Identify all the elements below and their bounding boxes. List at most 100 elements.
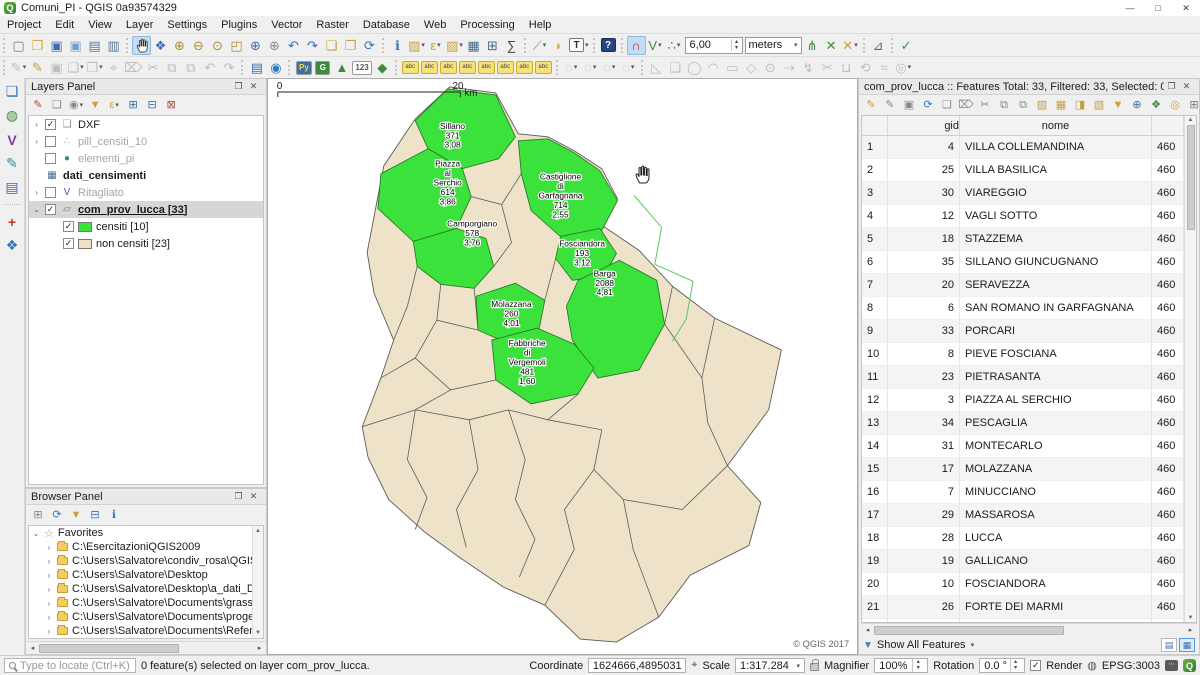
cell-gid[interactable]: 21 bbox=[888, 619, 960, 622]
metasearch[interactable]: ◉ bbox=[266, 58, 285, 77]
cell-rownum[interactable]: 4 bbox=[862, 205, 888, 228]
attr-pan-to-selection[interactable]: ❖ bbox=[1148, 97, 1164, 113]
map-canvas[interactable]: Sillano3713,08PiazzaalSerchio6143,86Cast… bbox=[267, 78, 858, 655]
cell-gid[interactable]: 4 bbox=[888, 136, 960, 159]
table-row[interactable]: 720SERAVEZZA460 bbox=[862, 274, 1184, 297]
enable-tracing[interactable]: ∴▾ bbox=[665, 36, 684, 55]
cell-nome[interactable]: FORTE DEI MARMI bbox=[960, 596, 1152, 619]
locate-search-input[interactable]: Type to locate (Ctrl+K) bbox=[4, 658, 136, 673]
cad-tools[interactable]: ◺ bbox=[647, 58, 666, 77]
qgis-status-icon[interactable]: Q bbox=[1183, 659, 1196, 672]
diagram-tool-1[interactable]: ◌▾ bbox=[562, 58, 581, 77]
cell-nome[interactable]: SERAVEZZA bbox=[960, 274, 1152, 297]
table-row[interactable]: 1517MOLAZZANA460 bbox=[862, 458, 1184, 481]
menu-project[interactable]: Project bbox=[0, 18, 48, 32]
cut-features[interactable]: ✂ bbox=[143, 58, 162, 77]
attr-move-selection-top[interactable]: ◎ bbox=[1167, 97, 1183, 113]
column-header-gid[interactable]: gid bbox=[888, 116, 960, 135]
toggle-editing[interactable]: ✎ bbox=[28, 58, 47, 77]
table-row[interactable]: 1123PIETRASANTA460 bbox=[862, 366, 1184, 389]
cell-rownum[interactable]: 2 bbox=[862, 159, 888, 182]
attr-deselect-all[interactable]: ▧ bbox=[1091, 97, 1107, 113]
add-selected-layers[interactable]: ⊞ bbox=[30, 507, 46, 523]
ellipse-tool[interactable]: ⊙ bbox=[761, 58, 780, 77]
raster-terrain[interactable]: ▲ bbox=[332, 58, 351, 77]
cell-nome[interactable]: VIAREGGIO bbox=[960, 182, 1152, 205]
layer-checkbox[interactable] bbox=[45, 187, 56, 198]
column-header-blank[interactable] bbox=[1152, 116, 1184, 135]
open-attribute-table[interactable]: ▦ bbox=[464, 36, 483, 55]
open-layer-styling[interactable]: ✎ bbox=[30, 97, 46, 113]
form-view-button[interactable]: ▤ bbox=[1161, 638, 1177, 652]
enable-snapping[interactable]: ∩ bbox=[627, 36, 646, 55]
attr-zoom-to-selection[interactable]: ⊕ bbox=[1129, 97, 1145, 113]
zoom-next[interactable]: ↷ bbox=[303, 36, 322, 55]
cell-rownum[interactable]: 21 bbox=[862, 596, 888, 619]
float-panel-icon[interactable]: ❐ bbox=[231, 81, 246, 92]
whats-this[interactable]: ? bbox=[599, 36, 618, 55]
layer-checkbox[interactable]: ✓ bbox=[63, 238, 74, 249]
scroll-right-icon[interactable]: ▸ bbox=[255, 644, 264, 652]
highlight-pinned-labels[interactable]: abc bbox=[458, 58, 477, 77]
cell-nome[interactable]: PIEVE FOSCIANA bbox=[960, 343, 1152, 366]
new-project[interactable]: ▢ bbox=[9, 36, 28, 55]
layer-item[interactable]: ●elementi_pi bbox=[29, 150, 263, 167]
table-row[interactable]: 518STAZZEMA460 bbox=[862, 228, 1184, 251]
attr-invert-selection[interactable]: ◨ bbox=[1072, 97, 1088, 113]
browser-vertical-scrollbar[interactable]: ▲▼ bbox=[252, 526, 263, 638]
cell-gid[interactable]: 34 bbox=[888, 412, 960, 435]
map-svg[interactable]: Sillano3713,08PiazzaalSerchio6143,86Cast… bbox=[268, 79, 857, 654]
cell-rownum[interactable]: 17 bbox=[862, 504, 888, 527]
cell-extra[interactable]: 460 bbox=[1152, 297, 1184, 320]
menu-plugins[interactable]: Plugins bbox=[214, 18, 264, 32]
cell-gid[interactable]: 20 bbox=[888, 274, 960, 297]
new-bookmark[interactable]: ❏ bbox=[322, 36, 341, 55]
table-row[interactable]: 2221FABBRICHE DI VERGEMOLI460 bbox=[862, 619, 1184, 622]
layer-item[interactable]: ⌄✓▱com_prov_lucca [33] bbox=[29, 201, 263, 218]
coordinate-input[interactable]: 1624666,4895031 bbox=[588, 658, 686, 673]
cell-rownum[interactable]: 9 bbox=[862, 320, 888, 343]
browser-item-folder[interactable]: ›C:\Users\Salvatore\Desktop bbox=[29, 568, 263, 582]
menu-processing[interactable]: Processing bbox=[453, 18, 521, 32]
expander-icon[interactable]: › bbox=[45, 585, 53, 594]
chevron-down-icon[interactable]: ▾ bbox=[796, 662, 800, 670]
menu-help[interactable]: Help bbox=[522, 18, 559, 32]
render-checkbox[interactable]: ✓ bbox=[1030, 660, 1041, 671]
pan-to-selection[interactable]: ❖ bbox=[151, 36, 170, 55]
globe-icon[interactable]: ◍ bbox=[1087, 659, 1097, 672]
expander-icon[interactable]: ⌄ bbox=[32, 205, 41, 214]
cell-rownum[interactable]: 13 bbox=[862, 412, 888, 435]
cell-gid[interactable]: 17 bbox=[888, 458, 960, 481]
pan-map[interactable] bbox=[132, 36, 151, 55]
select-features[interactable]: ▨▾ bbox=[407, 36, 426, 55]
layer-diagram-options[interactable]: abc bbox=[420, 58, 439, 77]
expander-icon[interactable]: › bbox=[32, 188, 41, 197]
menu-settings[interactable]: Settings bbox=[160, 18, 214, 32]
cell-nome[interactable]: MASSAROSA bbox=[960, 504, 1152, 527]
cell-rownum[interactable]: 5 bbox=[862, 228, 888, 251]
table-row[interactable]: 1919GALLICANO460 bbox=[862, 550, 1184, 573]
extents-icon[interactable]: ⌖ bbox=[691, 659, 697, 672]
table-row[interactable]: 123PIAZZA AL SERCHIO460 bbox=[862, 389, 1184, 412]
cell-rownum[interactable]: 7 bbox=[862, 274, 888, 297]
cell-rownum[interactable]: 12 bbox=[862, 389, 888, 412]
table-row[interactable]: 225VILLA BASILICA460 bbox=[862, 159, 1184, 182]
browser-item-folder[interactable]: ›C:\Users\Salvatore\Desktop\a_dati_DDS_1… bbox=[29, 582, 263, 596]
browser-item-favorites[interactable]: ⌄☆Favorites bbox=[29, 526, 263, 540]
merge-features[interactable]: ⊔ bbox=[837, 58, 856, 77]
select-by-expression[interactable]: ε▾ bbox=[426, 36, 445, 55]
copy-style[interactable]: ❏▾ bbox=[66, 58, 85, 77]
cell-extra[interactable]: 460 bbox=[1152, 527, 1184, 550]
cell-extra[interactable]: 460 bbox=[1152, 274, 1184, 297]
text-annotation[interactable]: T▾ bbox=[568, 36, 590, 55]
cell-extra[interactable]: 460 bbox=[1152, 550, 1184, 573]
cell-gid[interactable]: 7 bbox=[888, 481, 960, 504]
close-button[interactable]: ✕ bbox=[1172, 0, 1200, 16]
current-edits[interactable]: ✎▾ bbox=[9, 58, 28, 77]
layer-checkbox[interactable]: ✓ bbox=[45, 204, 56, 215]
layer-checkbox[interactable] bbox=[45, 136, 56, 147]
cell-gid[interactable]: 12 bbox=[888, 205, 960, 228]
reshape-features[interactable]: ↯ bbox=[799, 58, 818, 77]
new-shapefile-layer[interactable]: V bbox=[3, 130, 22, 149]
cell-nome[interactable]: VILLA COLLEMANDINA bbox=[960, 136, 1152, 159]
